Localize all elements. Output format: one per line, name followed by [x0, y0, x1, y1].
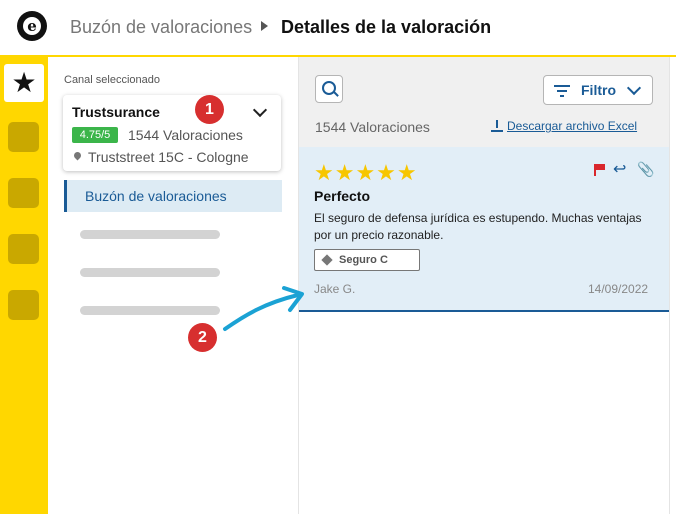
channel-reviews-count: 1544 Valoraciones — [128, 127, 243, 143]
sidebar-item-label: Buzón de valoraciones — [85, 188, 227, 204]
sidebar-item-placeholder — [80, 268, 220, 277]
sidebar-item-placeholder — [80, 306, 220, 315]
review-card[interactable]: ★★★★★ ↩ 📎 Perfecto El seguro de defensa … — [299, 147, 669, 312]
channel-address: Truststreet 15C - Cologne — [88, 149, 249, 165]
filter-label: Filtro — [581, 82, 616, 98]
review-date: 14/09/2022 — [588, 282, 649, 296]
logo-letter-icon: e — [23, 17, 41, 35]
star-icon[interactable]: ★ — [4, 64, 44, 102]
filter-icon — [554, 85, 570, 97]
app-header: e Buzón de valoraciones Detalles de la v… — [0, 0, 676, 57]
rail-item-placeholder[interactable] — [8, 234, 39, 264]
app-logo[interactable]: e — [17, 11, 47, 41]
sidebar-item-review-inbox[interactable]: Buzón de valoraciones — [64, 180, 282, 212]
review-list-panel: Filtro 1544 Valoraciones Descargar archi… — [298, 57, 670, 514]
flag-icon[interactable] — [594, 164, 606, 176]
chevron-down-icon — [626, 80, 642, 96]
search-icon-handle — [333, 91, 339, 97]
product-tag-label: Seguro C — [339, 254, 388, 266]
download-icon — [491, 120, 503, 132]
product-tag[interactable]: Seguro C — [314, 249, 420, 271]
channel-label: Canal seleccionado — [64, 74, 161, 86]
attachment-icon[interactable]: 📎 — [637, 161, 654, 178]
annotation-arrow-icon — [223, 286, 304, 331]
page-title: Detalles de la valoración — [281, 17, 492, 37]
sidebar-item-placeholder — [80, 230, 220, 239]
tag-icon — [321, 254, 333, 266]
channel-selector[interactable]: Trustsurance 4.75/5 1544 Valoraciones Tr… — [63, 95, 281, 171]
review-author: Jake G. — [314, 282, 356, 296]
list-toolbar: Filtro 1544 Valoraciones Descargar archi… — [299, 57, 669, 147]
rail-item-placeholder[interactable] — [8, 178, 39, 208]
annotation-marker-2: 2 — [188, 323, 217, 352]
chevron-down-icon[interactable] — [252, 102, 268, 118]
breadcrumb-separator-icon — [261, 21, 268, 31]
channel-name: Trustsurance — [72, 104, 160, 120]
filter-button[interactable]: Filtro — [543, 75, 653, 105]
location-pin-icon — [72, 150, 83, 161]
star-rating: ★★★★★ — [314, 160, 418, 185]
breadcrumb-parent[interactable]: Buzón de valoraciones — [70, 17, 252, 38]
reply-icon[interactable]: ↩ — [613, 159, 626, 179]
review-text: El seguro de defensa jurídica es estupen… — [314, 211, 642, 242]
review-title: Perfecto — [314, 188, 371, 204]
search-button[interactable] — [315, 75, 343, 103]
rail-item-placeholder[interactable] — [8, 122, 39, 152]
review-count: 1544 Valoraciones — [315, 119, 430, 135]
rail-item-placeholder[interactable] — [8, 290, 39, 320]
download-excel-link[interactable]: Descargar archivo Excel — [491, 119, 638, 133]
download-excel-label: Descargar archivo Excel — [507, 119, 638, 133]
nav-rail: ★ — [0, 57, 48, 514]
score-badge: 4.75/5 — [72, 127, 118, 143]
annotation-marker-1: 1 — [195, 95, 224, 124]
